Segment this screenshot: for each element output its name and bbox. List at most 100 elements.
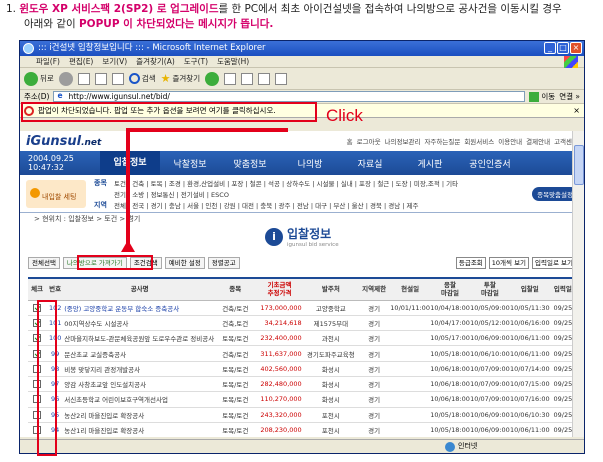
row-region: 경기 <box>358 407 391 423</box>
window-titlebar[interactable]: ::: i건설넷 입찰정보입니다 ::: - Microsoft Interne… <box>20 41 584 56</box>
minimize-button[interactable]: _ <box>544 42 556 54</box>
top-link-logout[interactable]: 로그아웃 <box>357 136 381 146</box>
instruction-caption: 1. 윈도우 XP 서비스팩 2(SP2) 로 업그레이드를 한 PC에서 최초… <box>6 2 598 32</box>
links-button[interactable]: 연결 » <box>559 91 580 102</box>
menu-edit[interactable]: 편집(E) <box>69 56 93 67</box>
row-bid-close: 10/07/09:00 <box>469 391 510 408</box>
row-title[interactable]: 00지역상수도 시설공사 <box>64 315 216 332</box>
row-title[interactable]: (중앙) 고양중학교 운동부 합숙소 증축공사 <box>64 300 216 316</box>
row-region: 경기 <box>358 330 391 347</box>
row-price: 34,214,618 <box>255 315 304 332</box>
mail-icon[interactable] <box>241 72 254 85</box>
site-logo-suffix: .net <box>81 137 102 148</box>
per-page-select[interactable]: 10개씩 보기 <box>488 257 530 269</box>
row-org: 경기도파주교육청 <box>303 345 358 362</box>
row-title[interactable]: 농산1리 마을진입로 확장공사 <box>64 422 216 437</box>
popup-bar-close-icon[interactable]: × <box>573 104 580 118</box>
go-label: 이동 <box>541 92 556 101</box>
tab-my-room[interactable]: 나의방 <box>280 157 340 170</box>
annotation-arrow-horizontal <box>126 128 288 132</box>
table-row[interactable]: 98 비봉 맞닿지리 관정개발공사 토목/토건 402,560,000 화성시 경기 10/… <box>28 361 576 377</box>
row-title[interactable]: 서신초등학교 어린이보호구역개선사업 <box>64 391 216 408</box>
top-link-service[interactable]: 회원서비스 <box>464 136 494 146</box>
site-header: iGunsul.net 홈 로그아웃 나의정보관리 자주하는질문 회원서비스 이… <box>20 131 584 151</box>
row-bid-date: 10/06/11:00 <box>509 330 550 347</box>
search-button[interactable]: 검색 <box>128 73 156 84</box>
table-row[interactable]: 102 (중앙) 고양중학교 운동부 합숙소 증축공사 건축/토건 173,000,0… <box>28 300 576 316</box>
stop-icon[interactable] <box>77 72 90 85</box>
table-row[interactable]: 100 산마을지하보도-관문체육공원앞 도로우수관로 정비공사 토목/토건 232,4… <box>28 330 576 347</box>
vertical-scrollbar[interactable] <box>572 131 584 437</box>
row-bid-date: 10/06/16:00 <box>509 315 550 332</box>
table-row[interactable]: 95 농산2리 마을진입로 확장공사 토목/토건 243,320,000 포천시 경기 10… <box>28 407 576 423</box>
row-reg-close: 10/05/17:00 <box>430 330 470 347</box>
row-site-date <box>390 345 431 362</box>
maximize-button[interactable]: □ <box>557 42 569 54</box>
top-link-faq[interactable]: 자주하는질문 <box>424 136 460 146</box>
edit-icon[interactable] <box>275 72 288 85</box>
favorites-button[interactable]: ★ 즐겨찾기 <box>161 72 200 85</box>
row-price: 282,480,000 <box>255 376 304 393</box>
go-arrow-icon <box>529 91 540 102</box>
tab-certificate[interactable]: 공인인증서 <box>460 157 520 170</box>
menu-view[interactable]: 보기(V) <box>102 56 127 67</box>
media-icon[interactable] <box>205 71 220 86</box>
col-title: 공사명 <box>64 277 216 301</box>
row-title[interactable]: 산마을지하보도-관문체육공원앞 도로우수관로 정비공사 <box>64 330 216 347</box>
sort-notice-button[interactable]: 정렬공고 <box>207 257 240 269</box>
top-link-guide[interactable]: 이용안내 <box>498 136 522 146</box>
row-title[interactable]: 문산초교 교실증축공사 <box>64 345 216 362</box>
grade-select[interactable]: 등급조회 <box>455 257 486 269</box>
go-button[interactable]: 이동 <box>529 91 555 102</box>
row-title[interactable]: 비봉 맞닿지리 관정개발공사 <box>64 361 216 377</box>
row-kind: 토목/토건 <box>215 330 256 347</box>
top-link-myinfo[interactable]: 나의정보관리 <box>385 136 421 146</box>
site-logo[interactable]: iGunsul.net <box>26 134 101 149</box>
table-row[interactable]: 97 양감 사창초교앞 인도설치공사 토목/토건 282,480,000 화성시 경기 10… <box>28 376 576 393</box>
table-row[interactable]: 96 서신초등학교 어린이보호구역개선사업 토목/토건 110,270,000 화성시 경… <box>28 391 576 408</box>
address-input[interactable]: http://www.igunsul.net/bid/ <box>53 91 526 102</box>
forward-button[interactable] <box>58 71 73 86</box>
region-filter-row[interactable]: 전체 | 전국 | 경기 | 충남 | 서울 | 인천 | 강원 | 대전 | … <box>114 200 418 210</box>
tab-bid-info[interactable]: 입찰정보 <box>100 151 160 175</box>
table-row[interactable]: 99 문산초교 교실증축공사 건축/토건 311,637,000 경기도파주교육청 경기 1… <box>28 345 576 362</box>
my-bid-setting[interactable]: 내입찰 세팅 <box>26 180 86 208</box>
row-bid-close: 10/05/12:00 <box>469 315 510 332</box>
move-button-highlight <box>77 255 153 270</box>
print-icon[interactable] <box>258 72 271 85</box>
menu-file[interactable]: 파일(F) <box>36 56 60 67</box>
scrollbar-thumb[interactable] <box>574 145 584 185</box>
menu-favorites[interactable]: 즐겨찾기(A) <box>136 56 175 67</box>
category-kind-label: 종목 <box>94 179 107 187</box>
page-subtitle: igunsul bid service <box>287 242 339 248</box>
home-icon[interactable] <box>111 72 124 85</box>
page-title-text: 입찰정보 <box>287 227 332 241</box>
table-row[interactable]: 94 농산1리 마을진입로 확장공사 토목/토건 208,230,000 포천시 경기 10… <box>28 422 576 437</box>
col-region: 지역제한 <box>358 277 391 301</box>
kind-filter-row-2[interactable]: 전기 | 소방 | 정보통신 | 전기설비 | ESCO <box>114 189 229 199</box>
row-title[interactable]: 양감 사창초교앞 인도설치공사 <box>64 376 216 393</box>
menu-tools[interactable]: 도구(T) <box>184 56 208 67</box>
history-icon[interactable] <box>224 72 237 85</box>
annotation-arrow-head <box>121 240 135 252</box>
menu-help[interactable]: 도움말(H) <box>217 56 249 67</box>
order-select[interactable]: 입력일로 보기 <box>532 257 576 269</box>
tab-award-info[interactable]: 낙찰정보 <box>160 157 220 170</box>
row-title[interactable]: 농산2리 마을진입로 확장공사 <box>64 407 216 423</box>
back-button[interactable]: 뒤로 <box>24 71 54 86</box>
row-region: 경기 <box>358 422 391 437</box>
top-links: 홈 로그아웃 나의정보관리 자주하는질문 회원서비스 이용안내 결제안내 고객센… <box>347 136 578 146</box>
table-row[interactable]: 101 00지역상수도 시설공사 건축,토건 34,214,618 제1575부대 경기 1… <box>28 315 576 332</box>
tab-custom-info[interactable]: 맞춤정보 <box>220 157 280 170</box>
select-all-button[interactable]: 전체선택 <box>28 257 60 269</box>
advanced-setting-button[interactable]: 예비한 설정 <box>164 257 205 269</box>
caption-highlight-sp2: 윈도우 XP 서비스팩 2(SP2) 로 업그레이드 <box>19 3 219 15</box>
top-link-payment[interactable]: 결제안내 <box>526 136 550 146</box>
row-price: 311,637,000 <box>255 345 304 362</box>
top-link-home[interactable]: 홈 <box>347 136 353 146</box>
refresh-icon[interactable] <box>94 72 107 85</box>
tab-board[interactable]: 게시판 <box>400 157 460 170</box>
close-button[interactable]: × <box>570 42 582 54</box>
tab-library[interactable]: 자료실 <box>340 157 400 170</box>
kind-filter-row-1[interactable]: 토건 | 건축 | 토목 | 조경 | 환경,산업설비 | 포장 | 철콘 | … <box>114 178 458 188</box>
